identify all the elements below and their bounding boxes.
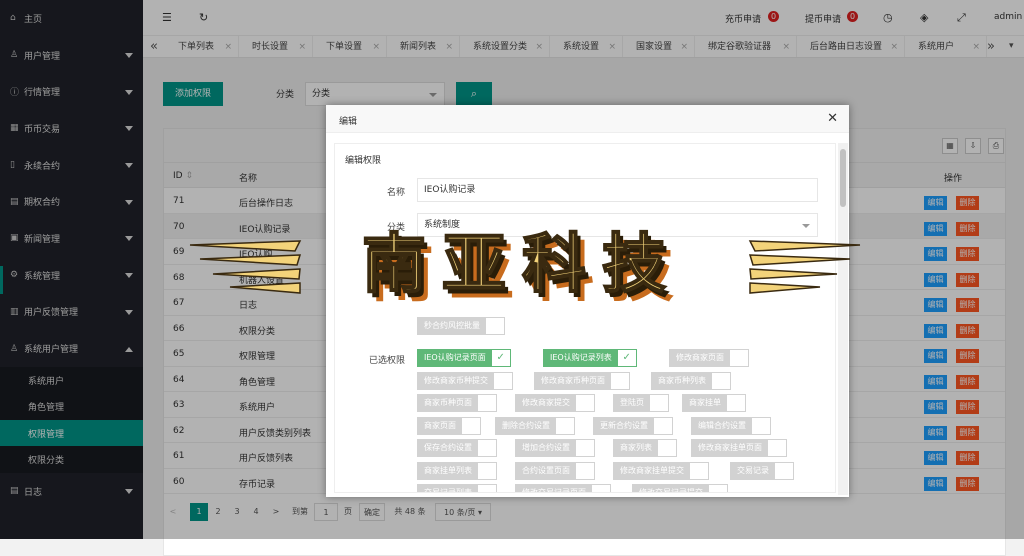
checkbox-label: 商家列表: [614, 440, 658, 456]
checkbox-box: [576, 440, 594, 456]
selected-permission-checkbox[interactable]: 商家币种列表: [651, 371, 731, 390]
selected-permission-checkbox[interactable]: 删除合约设置: [495, 416, 575, 435]
checkbox-label: 商家页面: [418, 417, 462, 434]
checkbox-box: [690, 463, 708, 479]
checkbox-box: [494, 373, 512, 389]
checkbox-label: 增加合约设置: [516, 440, 576, 456]
checkbox-box: [654, 418, 672, 434]
check-icon: ✓: [496, 352, 505, 363]
selected-permission-checkbox[interactable]: 修改商家币种页面: [534, 371, 630, 390]
checkbox-label: 修改商家提交: [516, 395, 576, 411]
selected-permission-checkbox[interactable]: 更新合约设置: [593, 416, 673, 435]
selected-permission-checkbox[interactable]: 修改商家提交: [515, 394, 595, 412]
checkbox-box: [658, 440, 676, 456]
selected-permission-checkbox[interactable]: 商家挂单列表: [417, 461, 497, 480]
selected-permission-checkbox[interactable]: 交易记录: [730, 461, 794, 480]
checkbox-box: [576, 463, 594, 479]
checkbox-label: 删除合约设置: [496, 417, 556, 434]
close-icon[interactable]: ✕: [827, 111, 838, 126]
checkbox-box: [478, 485, 496, 492]
checkbox-label: 修改商家页面: [670, 350, 730, 366]
checkbox-label: 修改商家币种页面: [535, 372, 611, 389]
selected-permission-checkbox[interactable]: 增加合约设置: [515, 439, 595, 457]
selected-permission-checkbox[interactable]: 商家挂单: [682, 394, 746, 412]
selected-permission-checkbox[interactable]: 保存合约设置: [417, 439, 497, 457]
selected-permission-checkbox[interactable]: 修改商家挂单页面: [691, 439, 787, 457]
checkbox-label: 商家挂单: [683, 395, 727, 411]
form-section-title: 编辑权限: [345, 156, 382, 166]
watermark-logo: 南亚科技: [185, 219, 865, 311]
checkbox-label: 更新合约设置: [594, 417, 654, 434]
checkbox-label: IEO认购记录页面: [418, 350, 492, 366]
checkbox-box: [556, 418, 574, 434]
checkbox-box: [478, 395, 496, 411]
selected-permission-checkbox[interactable]: 商家列表: [613, 439, 677, 457]
checkbox-box: [592, 485, 610, 492]
checkbox-label: IEO认购记录列表: [544, 350, 618, 366]
checkbox-label: 修改交易记录提交: [633, 485, 709, 492]
checkbox-label: 商家币种页面: [418, 395, 478, 411]
checkbox-label: 交易记录: [731, 462, 775, 479]
dialog-title: 编辑: [339, 117, 358, 127]
checkbox-label: 秒合约风控批量: [418, 318, 486, 334]
checkbox-box: [478, 463, 496, 479]
checkbox-box: [650, 395, 668, 411]
checkbox-label: 编辑合约设置: [692, 417, 752, 434]
checkbox-label: 修改商家挂单页面: [692, 440, 768, 456]
selected-permission-checkbox[interactable]: 编辑合约设置: [691, 416, 771, 435]
selected-permission-label: 已选权限: [368, 356, 405, 366]
checkbox-box: [486, 318, 504, 334]
selected-permission-checkbox[interactable]: 修改商家页面: [669, 349, 749, 367]
checkbox-label: 商家币种列表: [652, 372, 712, 389]
checkbox-label: 修改商家挂单提交: [614, 462, 690, 479]
checkbox-box: [775, 463, 793, 479]
name-input[interactable]: IEO认购记录: [417, 178, 818, 202]
checkbox-box: [752, 418, 770, 434]
checkbox-box: [611, 373, 629, 389]
permission-option[interactable]: 秒合约风控批量: [417, 317, 505, 335]
selected-permission-checkbox[interactable]: 修改商家挂单提交: [613, 461, 709, 480]
checkbox-box: [462, 418, 480, 434]
checkbox-label: 合约设置页面: [516, 462, 576, 479]
selected-permission-checkbox[interactable]: IEO认购记录列表 ✓: [543, 349, 637, 367]
checkbox-label: 修改商家币种提交: [418, 372, 494, 389]
checkbox-label: 修改交易记录页面: [516, 485, 592, 492]
name-label: 名称: [386, 188, 405, 198]
selected-permission-checkbox[interactable]: 修改商家币种提交: [417, 371, 513, 390]
dialog-scrollbar[interactable]: [838, 143, 848, 495]
scrollbar-thumb[interactable]: [840, 149, 846, 207]
check-icon: ✓: [622, 352, 631, 363]
selected-permission-checkbox[interactable]: 商家页面: [417, 416, 481, 435]
selected-permission-checkbox[interactable]: IEO认购记录页面 ✓: [417, 349, 511, 367]
checkbox-box: [576, 395, 594, 411]
checkbox-box: [768, 440, 786, 456]
dialog-form: 编辑权限 名称 IEO认购记录 分类 系统制度 权限 秒合约风控批量 已选权限 …: [334, 143, 836, 493]
checkbox-box: [727, 395, 745, 411]
dialog-header: 编辑 ✕: [326, 105, 849, 133]
selected-permission-checkbox[interactable]: 合约设置页面: [515, 461, 595, 480]
checkbox-label: 交易记录列表: [418, 485, 478, 492]
watermark-text: 南亚科技: [361, 227, 682, 303]
checkbox-box: [478, 440, 496, 456]
checkbox-label: 登陆页: [614, 395, 650, 411]
checkbox-box: [730, 350, 748, 366]
checkbox-box: [709, 485, 727, 492]
selected-permission-checkbox[interactable]: 修改交易记录页面: [515, 484, 611, 492]
selected-permission-checkbox[interactable]: 登陆页: [613, 394, 669, 412]
checkbox-label: 保存合约设置: [418, 440, 478, 456]
checkbox-box: [712, 373, 730, 389]
selected-permission-checkbox[interactable]: 修改交易记录提交: [632, 484, 728, 492]
selected-permission-checkbox[interactable]: 交易记录列表: [417, 484, 497, 492]
checkbox-label: 商家挂单列表: [418, 462, 478, 479]
selected-permission-checkbox[interactable]: 商家币种页面: [417, 394, 497, 412]
